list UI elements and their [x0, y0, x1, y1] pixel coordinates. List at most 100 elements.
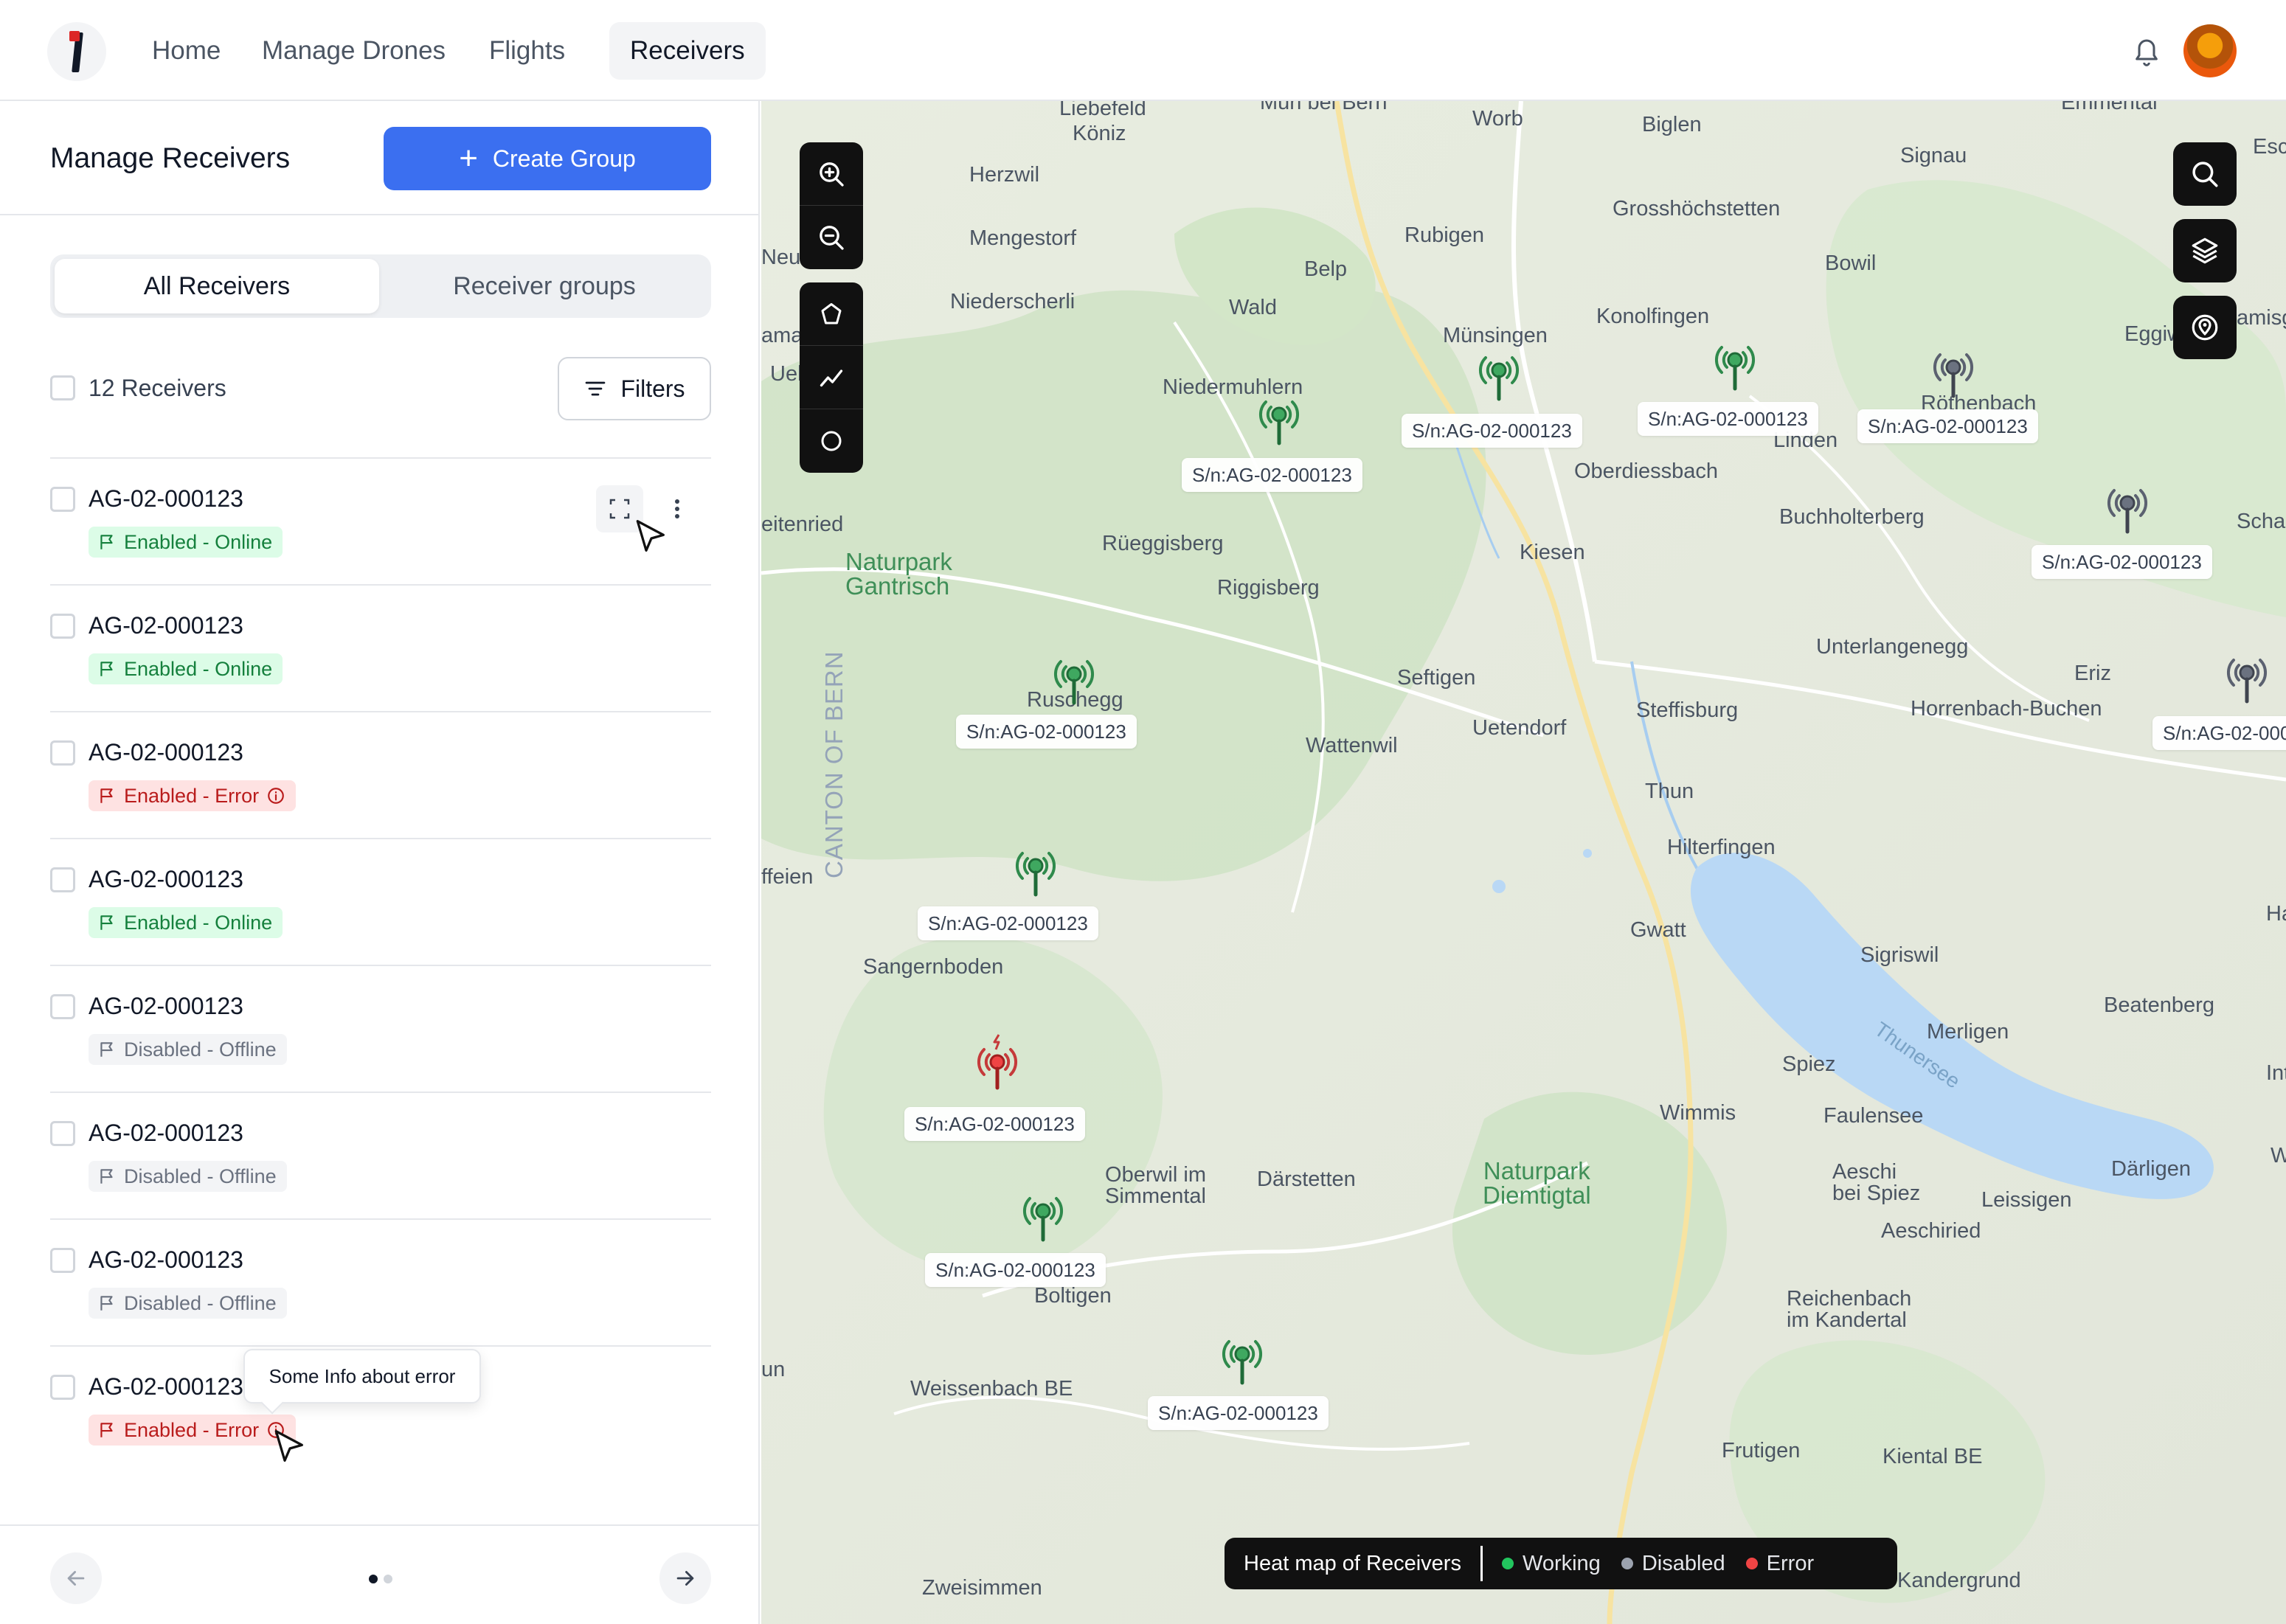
nav-home[interactable]: Home	[131, 22, 241, 80]
place-label: Weissenbach BE	[910, 1377, 1073, 1401]
place-label: Gwatt	[1630, 918, 1686, 942]
row-checkbox[interactable]	[50, 740, 75, 766]
place-label: Unterlangenegg	[1816, 635, 1969, 659]
flag-icon	[100, 1423, 113, 1437]
place-label: Rüeggisberg	[1102, 532, 1224, 555]
receiver-count: 12 Receivers	[89, 375, 226, 401]
receiver-marker-working[interactable]	[1469, 344, 1528, 403]
row-checkbox[interactable]	[50, 614, 75, 639]
row-checkbox[interactable]	[50, 867, 75, 892]
place-label: Köniz	[1073, 122, 1126, 145]
nav-flights[interactable]: Flights	[468, 22, 586, 80]
app-logo[interactable]	[47, 22, 106, 81]
filters-label: Filters	[620, 375, 685, 402]
flag-icon	[100, 788, 113, 803]
receiver-marker-label: S/n:AG-02-000123	[925, 1253, 1106, 1287]
my-location-button[interactable]	[2173, 296, 2237, 359]
receiver-marker-label: S/n:AG-02-000123	[1148, 1396, 1329, 1430]
receiver-row[interactable]: AG-02-000123 Enabled - Error	[50, 711, 711, 838]
receiver-marker-working[interactable]	[1014, 1185, 1073, 1244]
tab-receiver-groups[interactable]: Receiver groups	[382, 259, 707, 313]
row-checkbox[interactable]	[50, 1248, 75, 1273]
draw-circle-button[interactable]	[800, 409, 863, 473]
receiver-view-toggle: All Receivers Receiver groups	[50, 254, 711, 318]
place-label: Mengestorf	[969, 226, 1077, 250]
status-text: Disabled - Offline	[124, 1292, 277, 1314]
filters-button[interactable]: Filters	[558, 357, 711, 420]
row-checkbox[interactable]	[50, 1375, 75, 1400]
nav-manage-drones[interactable]: Manage Drones	[241, 22, 466, 80]
place-label: Eschac	[2253, 135, 2286, 159]
receiver-name: AG-02-000123	[89, 739, 243, 766]
status-text: Disabled - Offline	[124, 1038, 277, 1061]
zoom-out-icon	[820, 226, 844, 250]
page-indicator	[369, 1575, 392, 1583]
receiver-marker-label: S/n:AG-02-000123	[2152, 716, 2286, 750]
legend-label: Working	[1522, 1551, 1601, 1575]
place-label: Wattenwil	[1306, 734, 1398, 757]
receiver-marker-working[interactable]	[1006, 840, 1065, 899]
receiver-name: AG-02-000123	[89, 1246, 243, 1273]
status-badge: Enabled - Online	[89, 653, 283, 684]
draw-polygon-button[interactable]	[800, 282, 863, 346]
legend-item-error: Error	[1745, 1552, 1814, 1576]
place-label: ama	[761, 324, 803, 347]
place-label: ffeien	[761, 865, 814, 889]
place-label: Signau	[1900, 144, 1967, 167]
user-avatar[interactable]	[2183, 24, 2237, 77]
row-checkbox[interactable]	[50, 994, 75, 1019]
receiver-marker-label: S/n:AG-02-000123	[1857, 409, 2038, 443]
receiver-marker-working[interactable]	[1250, 389, 1309, 448]
receiver-row[interactable]: AG-02-000123 Disabled - Offline	[50, 965, 711, 1092]
receiver-marker-working[interactable]	[1045, 648, 1104, 707]
row-checkbox[interactable]	[50, 487, 75, 512]
notification-bell-icon[interactable]	[2132, 35, 2161, 68]
receiver-row[interactable]: AG-02-000123 Enabled - Online	[50, 838, 711, 965]
receiver-row[interactable]: AG-02-000123 Enabled - Online	[50, 457, 711, 584]
zoom-in-button[interactable]	[800, 142, 863, 206]
receiver-marker-label: S/n:AG-02-000123	[956, 715, 1137, 749]
place-label: Herzwil	[969, 163, 1040, 187]
place-label: Faulensee	[1823, 1104, 1924, 1128]
draw-line-button[interactable]	[800, 346, 863, 409]
zoom-out-button[interactable]	[800, 206, 863, 269]
row-checkbox[interactable]	[50, 1121, 75, 1146]
location-pin-icon	[2192, 314, 2218, 341]
place-label: Biglen	[1642, 113, 1702, 136]
zoom-in-icon	[820, 162, 844, 187]
receiver-marker-disabled[interactable]	[2217, 647, 2276, 706]
receiver-marker-label: S/n:AG-02-000123	[1402, 414, 1582, 448]
map-layers-button[interactable]	[2173, 219, 2237, 282]
receiver-marker-disabled[interactable]	[2098, 477, 2157, 536]
page-dot-active[interactable]	[369, 1575, 378, 1583]
receiver-marker-working[interactable]	[1213, 1328, 1272, 1387]
place-label: Uel	[770, 362, 803, 386]
info-icon[interactable]	[266, 786, 285, 805]
previous-page-button[interactable]	[50, 1552, 102, 1604]
page-dot[interactable]	[384, 1575, 392, 1583]
map-search-button[interactable]	[2173, 142, 2237, 206]
place-label: Bowil	[1825, 251, 1877, 275]
status-text: Enabled - Online	[124, 531, 273, 553]
place-label: Kiesen	[1520, 541, 1585, 564]
place-label: Spiez	[1782, 1052, 1836, 1076]
nav-receivers[interactable]: Receivers	[609, 22, 766, 80]
place-label: Frutigen	[1722, 1439, 1801, 1462]
select-all-checkbox[interactable]	[50, 375, 75, 400]
place-label: Wald	[1229, 296, 1277, 319]
receiver-row[interactable]: AG-02-000123 Disabled - Offline	[50, 1092, 711, 1218]
tab-all-receivers[interactable]: All Receivers	[55, 259, 379, 313]
status-text: Enabled - Error	[124, 785, 260, 807]
legend-dot	[1745, 1558, 1758, 1569]
receiver-marker-working[interactable]	[1705, 334, 1764, 393]
receiver-name: AG-02-000123	[89, 1373, 243, 1400]
legend-item-disabled: Disabled	[1621, 1552, 1725, 1576]
receiver-map[interactable]: Liebefeld Köniz Muri bei Bern Worb Bigle…	[761, 101, 2286, 1624]
create-group-button[interactable]: + Create Group	[384, 127, 711, 190]
receiver-row[interactable]: AG-02-000123 Disabled - Offline	[50, 1218, 711, 1345]
next-page-button[interactable]	[659, 1552, 711, 1604]
place-label: Oberwil im Simmental	[1105, 1163, 1206, 1208]
receiver-row[interactable]: AG-02-000123 Enabled - Online	[50, 584, 711, 711]
receiver-marker-error[interactable]	[968, 1032, 1027, 1091]
receiver-marker-disabled[interactable]	[1924, 341, 1983, 400]
